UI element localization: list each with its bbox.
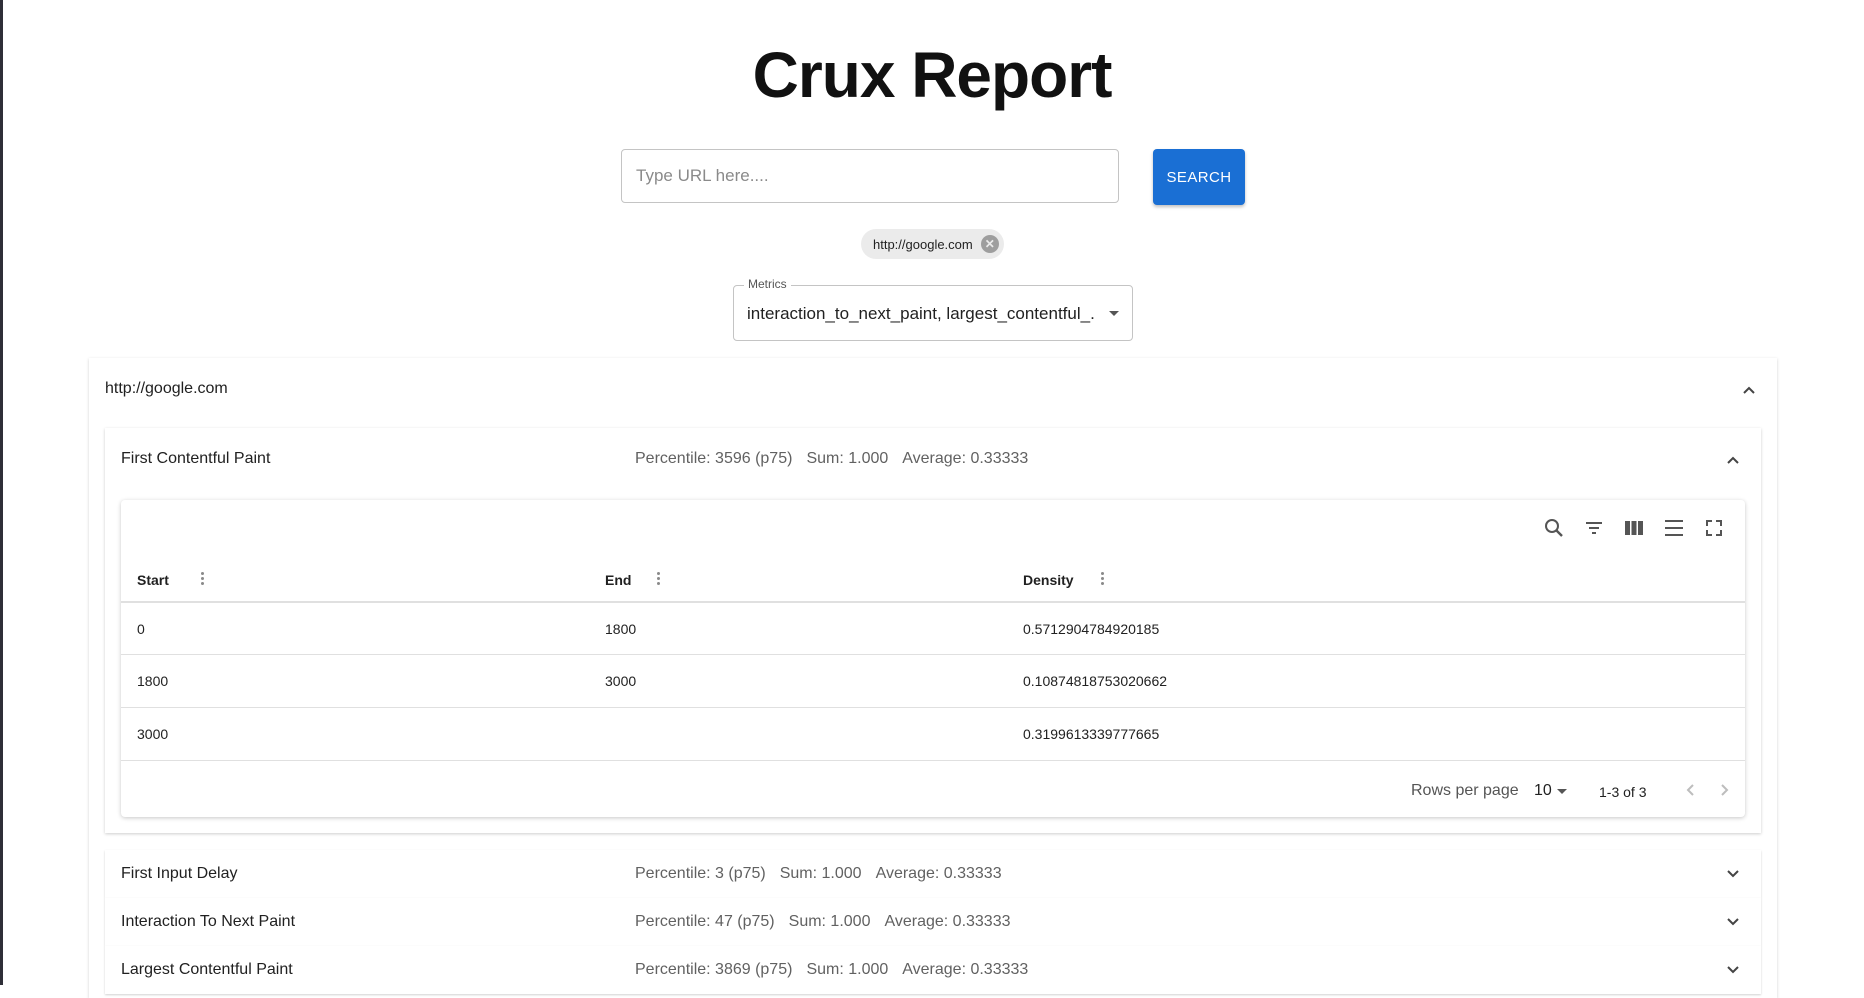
- table-row[interactable]: 0 1800 0.5712904784920185: [121, 601, 1745, 654]
- metric-stats: Percentile: 3 (p75) Sum: 1.000 Average: 0.…: [635, 865, 1016, 883]
- search-button[interactable]: SEARCH: [1153, 149, 1245, 205]
- metric-percentile: Percentile: 47 (p75): [635, 913, 775, 930]
- chevron-left-icon[interactable]: [1684, 783, 1698, 797]
- metric-percentile: Percentile: 3869 (p75): [635, 961, 793, 978]
- column-header-end[interactable]: End: [605, 572, 631, 588]
- metric-sum: Sum: 1.000: [806, 961, 889, 978]
- metric-name: Interaction To Next Paint: [121, 913, 296, 930]
- chevron-down-icon[interactable]: [1725, 866, 1741, 882]
- column-header-start[interactable]: Start: [137, 572, 169, 588]
- filter-icon[interactable]: [1582, 516, 1606, 540]
- url-accordion-title[interactable]: http://google.com: [105, 380, 228, 398]
- cell-density: 0.3199613339777665: [1023, 726, 1160, 742]
- url-accordion: http://google.com First Contentful Paint…: [89, 358, 1777, 998]
- metric-name[interactable]: First Contentful Paint: [121, 450, 270, 468]
- table-pagination: Rows per page 10 1-3 of 3: [121, 760, 1745, 817]
- cell-start: 1800: [137, 673, 169, 689]
- columns-icon[interactable]: [1622, 516, 1646, 540]
- data-table: Start End Density 0 1800 0.5712904784920…: [121, 500, 1745, 817]
- chevron-down-icon[interactable]: [1725, 914, 1741, 930]
- rows-per-page-select[interactable]: 10: [1534, 782, 1552, 800]
- chevron-down-icon[interactable]: [1725, 962, 1741, 978]
- dropdown-arrow-icon[interactable]: [1557, 789, 1567, 794]
- metric-percentile: Percentile: 3596 (p75): [635, 450, 793, 467]
- column-header-density[interactable]: Density: [1023, 572, 1074, 588]
- metric-average: Average: 0.33333: [884, 913, 1011, 930]
- metric-sum: Sum: 1.000: [806, 450, 889, 467]
- column-menu-icon[interactable]: [1101, 572, 1105, 588]
- metrics-select-label: Metrics: [744, 277, 791, 291]
- metric-accordion-fid[interactable]: First Input Delay Percentile: 3 (p75) Sum…: [105, 850, 1761, 898]
- cancel-icon[interactable]: ✕: [980, 235, 999, 253]
- metric-average: Average: 0.33333: [902, 961, 1029, 978]
- metric-name: First Input Delay: [121, 865, 238, 882]
- metric-average: Average: 0.33333: [875, 865, 1002, 882]
- column-menu-icon[interactable]: [657, 572, 661, 588]
- metric-accordion-fcp: First Contentful Paint Percentile: 3596 …: [105, 428, 1761, 833]
- cell-end: 3000: [605, 673, 637, 689]
- rows-per-page-label: Rows per page: [1411, 782, 1519, 799]
- metric-stats: Percentile: 3869 (p75) Sum: 1.000 Average:…: [635, 961, 1042, 979]
- metric-accordion-lcp[interactable]: Largest Contentful Paint Percentile: 386…: [105, 946, 1761, 994]
- metric-stats: Percentile: 3596 (p75) Sum: 1.000 Average:…: [635, 450, 1042, 468]
- cell-density: 0.5712904784920185: [1023, 621, 1160, 637]
- metric-percentile: Percentile: 3 (p75): [635, 865, 766, 882]
- cell-end: 1800: [605, 621, 637, 637]
- fullscreen-icon[interactable]: [1702, 516, 1726, 540]
- column-menu-icon[interactable]: [201, 572, 205, 588]
- url-chip[interactable]: http://google.com ✕: [861, 229, 1004, 259]
- metric-accordion-inp[interactable]: Interaction To Next Paint Percentile: 47…: [105, 898, 1761, 946]
- chevron-right-icon[interactable]: [1717, 783, 1731, 797]
- cell-start: 0: [137, 621, 145, 637]
- cell-density: 0.10874818753020662: [1023, 673, 1168, 689]
- density-icon[interactable]: [1662, 516, 1686, 540]
- search-icon[interactable]: [1542, 516, 1566, 540]
- chevron-up-icon[interactable]: [1725, 452, 1741, 468]
- metrics-select-value: interaction_to_next_paint, largest_conte…: [747, 304, 1095, 323]
- metric-stats: Percentile: 47 (p75) Sum: 1.000 Average: 0…: [635, 913, 1025, 931]
- metric-name: Largest Contentful Paint: [121, 961, 293, 978]
- url-search-input[interactable]: [622, 150, 1118, 202]
- url-chip-label: http://google.com: [873, 236, 973, 252]
- url-search-field[interactable]: [621, 149, 1119, 203]
- dropdown-arrow-icon[interactable]: [1109, 311, 1119, 316]
- metrics-select[interactable]: Metrics interaction_to_next_paint, large…: [733, 277, 1133, 341]
- pagination-range: 1-3 of 3: [1599, 784, 1647, 800]
- table-row[interactable]: 1800 3000 0.10874818753020662: [121, 654, 1745, 707]
- metric-average: Average: 0.33333: [902, 450, 1029, 467]
- metric-sum: Sum: 1.000: [788, 913, 871, 930]
- window-edge: [0, 0, 3, 985]
- cell-start: 3000: [137, 726, 169, 742]
- chevron-up-icon[interactable]: [1741, 382, 1757, 398]
- table-row[interactable]: 3000 0.3199613339777665: [121, 707, 1745, 760]
- page-title: Crux Report: [752, 39, 1113, 111]
- metric-sum: Sum: 1.000: [779, 865, 862, 882]
